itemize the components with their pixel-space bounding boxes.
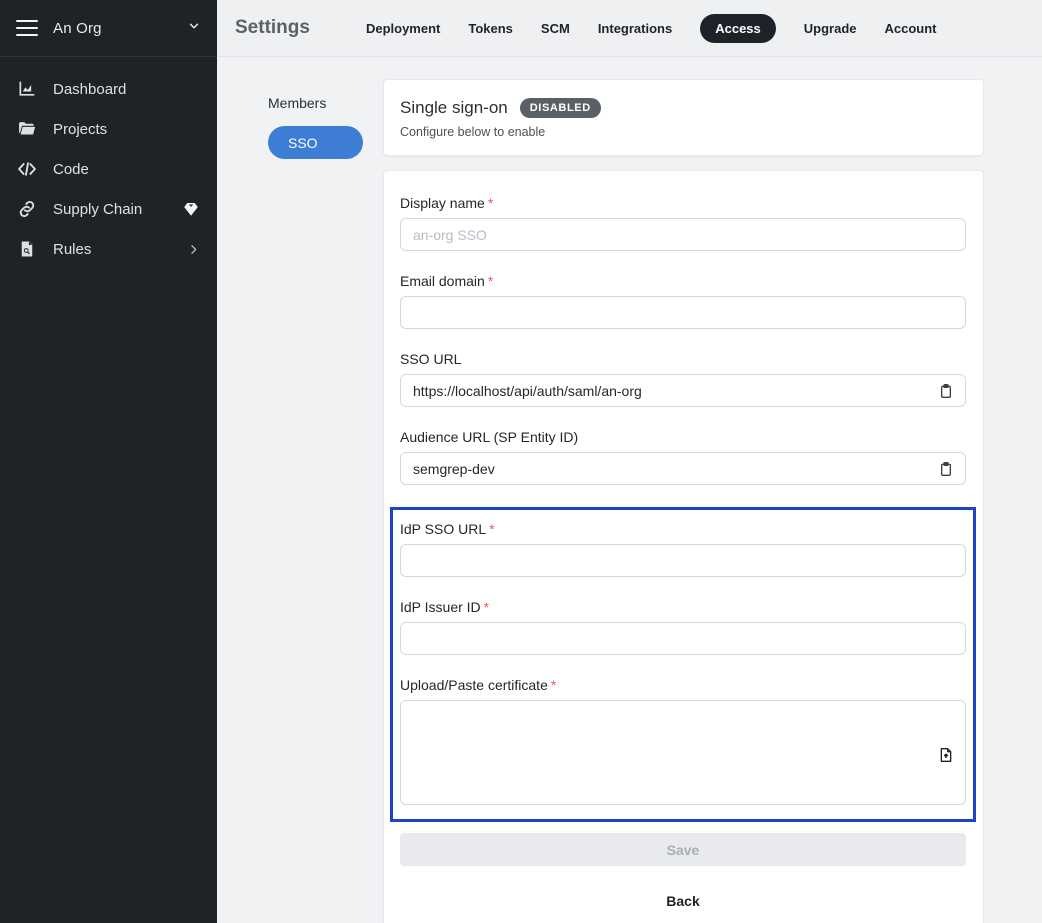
sso-status-card: Single sign-on DISABLED Configure below … xyxy=(383,79,984,156)
subnav-item-sso[interactable]: SSO xyxy=(268,126,363,159)
sidebar: An Org Dashboard Projects xyxy=(0,0,217,923)
tab-scm[interactable]: SCM xyxy=(541,21,570,36)
sidebar-item-label: Supply Chain xyxy=(53,201,182,218)
chevron-down-icon xyxy=(187,19,201,38)
upload-certificate-button[interactable] xyxy=(936,744,956,766)
access-subnav: Members SSO xyxy=(217,79,383,923)
sidebar-item-label: Projects xyxy=(53,121,200,138)
sidebar-item-dashboard[interactable]: Dashboard xyxy=(0,69,217,109)
required-asterisk: * xyxy=(551,677,556,693)
clipboard-copy-icon xyxy=(938,465,954,480)
sidebar-item-supply-chain[interactable]: Supply Chain xyxy=(0,189,217,229)
sso-config-form: Display name* Email domain* SSO URL xyxy=(383,170,984,923)
folder-icon xyxy=(17,119,37,139)
audience-url-field-group: Audience URL (SP Entity ID) xyxy=(400,429,966,485)
sso-card-subtitle: Configure below to enable xyxy=(400,125,967,139)
settings-tabs: Deployment Tokens SCM Integrations Acces… xyxy=(366,14,937,43)
audience-url-label: Audience URL (SP Entity ID) xyxy=(400,429,966,445)
tab-deployment[interactable]: Deployment xyxy=(366,21,440,36)
top-bar: Settings Deployment Tokens SCM Integrati… xyxy=(217,0,1042,57)
gem-icon xyxy=(182,200,200,218)
sidebar-item-rules[interactable]: Rules xyxy=(0,229,217,269)
required-asterisk: * xyxy=(489,521,494,537)
required-asterisk: * xyxy=(484,599,489,615)
email-domain-label: Email domain* xyxy=(400,273,966,289)
sso-url-label: SSO URL xyxy=(400,351,966,367)
idp-sso-url-input[interactable] xyxy=(400,544,966,577)
sso-url-input[interactable] xyxy=(400,374,966,407)
tab-upgrade[interactable]: Upgrade xyxy=(804,21,857,36)
display-name-input[interactable] xyxy=(400,218,966,251)
tab-integrations[interactable]: Integrations xyxy=(598,21,672,36)
idp-section-highlight: IdP SSO URL* IdP Issuer ID* Upload/Paste… xyxy=(390,507,976,822)
idp-sso-url-label: IdP SSO URL* xyxy=(400,521,966,537)
rules-doc-icon xyxy=(17,239,37,259)
display-name-label: Display name* xyxy=(400,195,966,211)
subnav-section-label: Members xyxy=(268,95,383,111)
status-badge: DISABLED xyxy=(520,98,601,118)
file-upload-icon xyxy=(938,752,954,767)
hamburger-menu-icon[interactable] xyxy=(16,20,38,36)
sso-settings-column: Single sign-on DISABLED Configure below … xyxy=(383,79,984,923)
copy-button[interactable] xyxy=(936,458,956,479)
email-domain-input[interactable] xyxy=(400,296,966,329)
sidebar-item-label: Rules xyxy=(53,241,187,258)
copy-button[interactable] xyxy=(936,380,956,401)
org-name: An Org xyxy=(53,20,187,37)
tab-access[interactable]: Access xyxy=(700,14,776,43)
email-domain-field-group: Email domain* xyxy=(400,273,966,329)
sidebar-item-label: Dashboard xyxy=(53,81,200,98)
bar-chart-icon xyxy=(17,79,37,99)
certificate-label: Upload/Paste certificate* xyxy=(400,677,966,693)
idp-sso-url-field-group: IdP SSO URL* xyxy=(400,521,966,577)
main-area: Settings Deployment Tokens SCM Integrati… xyxy=(217,0,1042,923)
certificate-field-group: Upload/Paste certificate* xyxy=(400,677,966,810)
content: Members SSO Single sign-on DISABLED Conf… xyxy=(217,57,1042,923)
idp-issuer-id-input[interactable] xyxy=(400,622,966,655)
certificate-textarea[interactable] xyxy=(400,700,966,805)
back-link[interactable]: Back xyxy=(400,893,966,909)
chevron-right-icon xyxy=(187,243,200,256)
idp-issuer-id-label: IdP Issuer ID* xyxy=(400,599,966,615)
clipboard-copy-icon xyxy=(938,387,954,402)
code-icon xyxy=(17,159,37,179)
idp-issuer-id-field-group: IdP Issuer ID* xyxy=(400,599,966,655)
required-asterisk: * xyxy=(488,195,493,211)
sidebar-item-label: Code xyxy=(53,161,200,178)
tab-account[interactable]: Account xyxy=(885,21,937,36)
sidebar-nav: Dashboard Projects Code Supply Chain xyxy=(0,57,217,269)
page-title: Settings xyxy=(235,17,310,39)
tab-tokens[interactable]: Tokens xyxy=(468,21,513,36)
app-window: An Org Dashboard Projects xyxy=(0,0,1042,923)
org-switcher[interactable]: An Org xyxy=(0,0,217,57)
audience-url-input[interactable] xyxy=(400,452,966,485)
sso-card-title: Single sign-on xyxy=(400,98,508,118)
sidebar-item-projects[interactable]: Projects xyxy=(0,109,217,149)
save-button[interactable]: Save xyxy=(400,833,966,866)
sidebar-item-code[interactable]: Code xyxy=(0,149,217,189)
sso-url-field-group: SSO URL xyxy=(400,351,966,407)
chain-link-icon xyxy=(17,199,37,219)
required-asterisk: * xyxy=(488,273,493,289)
display-name-field-group: Display name* xyxy=(400,195,966,251)
